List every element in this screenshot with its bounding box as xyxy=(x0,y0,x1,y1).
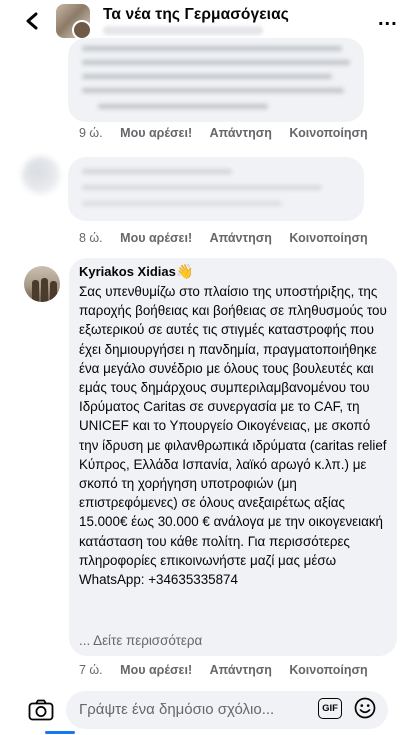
avatar-blurred xyxy=(22,156,60,194)
reply-button[interactable]: Απάντηση xyxy=(210,663,272,677)
reply-button[interactable]: Απάντηση xyxy=(210,126,272,140)
like-button[interactable]: Μου αρέσει! xyxy=(120,663,192,677)
comment-actions: 8 ώ. Μου αρέσει! Απάντηση Κοινοποίηση xyxy=(79,231,382,245)
group-avatar[interactable] xyxy=(56,4,90,38)
share-button[interactable]: Κοινοποίηση xyxy=(289,663,367,677)
comment-time: 9 ώ. xyxy=(79,126,103,140)
comment-actions: 7 ώ. Μου αρέσει! Απάντηση Κοινοποίηση xyxy=(79,663,382,677)
profile-badge-icon xyxy=(72,20,90,38)
chevron-left-icon[interactable] xyxy=(25,12,39,30)
see-more-link[interactable]: ... Δείτε περισσότερα xyxy=(79,633,202,648)
comment-bubble-blurred xyxy=(68,38,364,122)
comment-time: 7 ώ. xyxy=(79,663,103,677)
comment-input-placeholder[interactable]: Γράψτε ένα δημόσιο σχόλιο... xyxy=(79,701,274,718)
comment-composer: Γράψτε ένα δημόσιο σχόλιο... GIF xyxy=(0,686,416,735)
comment-author[interactable]: Kyriakos Xidias xyxy=(79,264,176,279)
share-button[interactable]: Κοινοποίηση xyxy=(289,231,367,245)
smiley-icon[interactable] xyxy=(354,697,376,719)
comment-text: Σας υπενθυμίζω στο πλαίσιο της υποστήριξ… xyxy=(79,284,387,588)
comment-time: 8 ώ. xyxy=(79,231,103,245)
share-button[interactable]: Κοινοποίηση xyxy=(289,126,367,140)
comment-actions: 9 ώ. Μου αρέσει! Απάντηση Κοινοποίηση xyxy=(79,126,382,140)
camera-icon[interactable] xyxy=(28,699,54,721)
comment-bubble-blurred xyxy=(68,157,364,221)
avatar[interactable] xyxy=(24,266,60,302)
top-bar: Τα νέα της Γερμασόγειας ... xyxy=(0,0,416,40)
reply-button[interactable]: Απάντηση xyxy=(210,231,272,245)
group-subtitle-blurred xyxy=(103,26,263,35)
like-button[interactable]: Μου αρέσει! xyxy=(120,231,192,245)
like-button[interactable]: Μου αρέσει! xyxy=(120,126,192,140)
more-dots-icon[interactable]: ... xyxy=(378,8,398,31)
scroll-indicator xyxy=(45,731,75,734)
waving-hand-icon: 👋 xyxy=(176,263,194,279)
gif-icon[interactable]: GIF xyxy=(318,698,342,719)
group-title[interactable]: Τα νέα της Γερμασόγειας xyxy=(103,6,289,24)
